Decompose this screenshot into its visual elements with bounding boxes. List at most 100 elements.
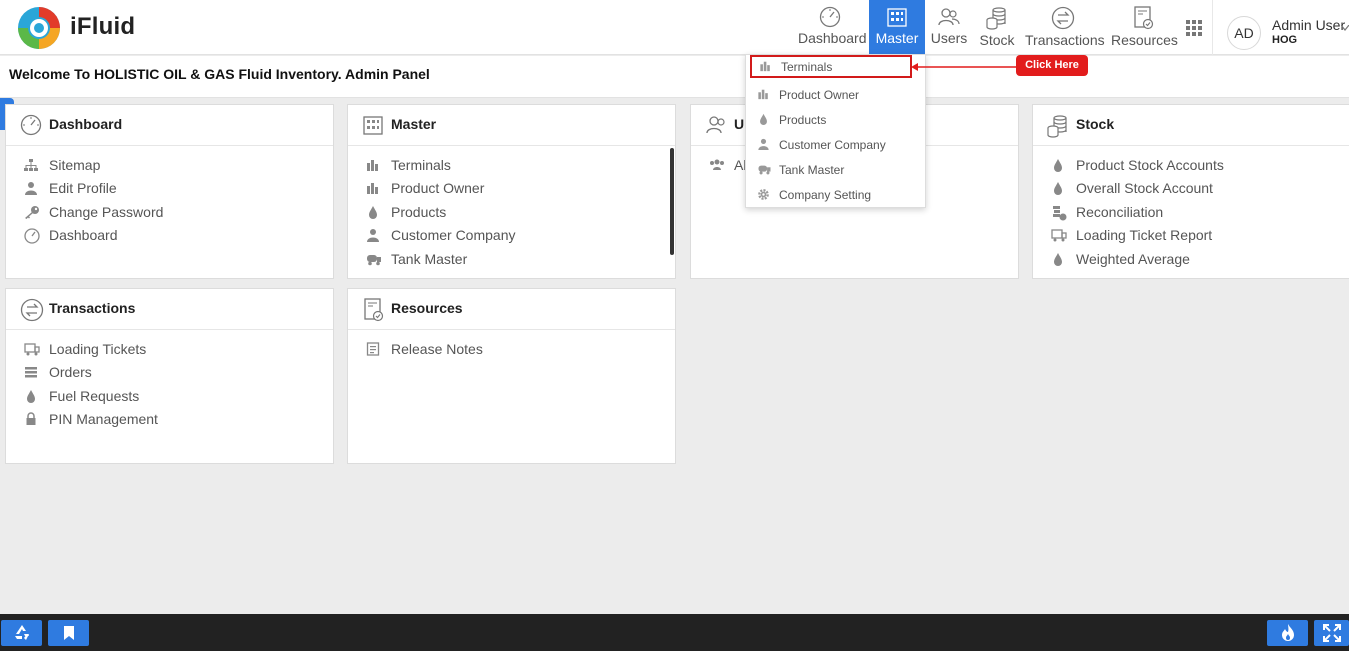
dropdown-item-customer-company[interactable]: Customer Company	[746, 133, 925, 156]
link-change-password[interactable]: Change Password	[6, 204, 333, 227]
nav-master[interactable]: Master	[869, 0, 925, 55]
exchange-icon	[1051, 6, 1075, 30]
card-header: Transactions	[6, 289, 333, 330]
link-label: Product Owner	[391, 180, 485, 197]
card-resources: Resources Release Notes	[347, 288, 676, 464]
link-product-stock-accounts[interactable]: Product Stock Accounts	[1033, 157, 1349, 180]
link-tank-master[interactable]: Tank Master	[348, 251, 675, 274]
app-logo[interactable]	[16, 5, 62, 51]
nav-resources[interactable]: Resources	[1111, 0, 1178, 55]
link-reconciliation[interactable]: Reconciliation	[1033, 204, 1349, 227]
nav-users[interactable]: Users	[929, 0, 969, 55]
dropdown-item-label: Products	[779, 113, 827, 127]
dropdown-item-company-setting[interactable]: Company Setting	[746, 183, 925, 206]
sitemap-icon	[24, 159, 38, 171]
drop-icon	[1054, 182, 1062, 196]
nav-transactions[interactable]: Transactions	[1025, 0, 1105, 55]
link-weighted-average[interactable]: Weighted Average	[1033, 251, 1349, 274]
link-edit-profile[interactable]: Edit Profile	[6, 180, 333, 203]
link-label: Terminals	[391, 157, 451, 173]
recycle-icon	[14, 625, 29, 640]
card-title: U	[734, 116, 745, 132]
users-icon	[710, 159, 724, 170]
link-terminals[interactable]: Terminals	[348, 157, 675, 180]
terminal-icon	[760, 61, 770, 72]
card-links: Terminals Product Owner Products Custome…	[348, 146, 675, 274]
bookmark-button[interactable]	[48, 620, 89, 646]
building-icon	[887, 8, 907, 27]
link-label: Orders	[49, 364, 92, 381]
link-overall-stock-account[interactable]: Overall Stock Account	[1033, 180, 1349, 203]
card-title: Transactions	[49, 300, 136, 316]
user-icon	[758, 138, 769, 150]
recycle-button[interactable]	[1, 620, 42, 646]
card-links: Product Stock Accounts Overall Stock Acc…	[1033, 146, 1349, 274]
key-icon	[25, 205, 39, 219]
link-products[interactable]: Products	[348, 204, 675, 227]
card-links: Release Notes	[348, 330, 675, 364]
link-dashboard[interactable]: Dashboard	[6, 227, 333, 250]
link-label: Edit Profile	[49, 180, 117, 197]
card-master: Master Terminals Product Owner Products …	[347, 104, 676, 279]
fire-button[interactable]	[1267, 620, 1308, 646]
dropdown-item-tank-master[interactable]: Tank Master	[746, 158, 925, 181]
app-name: iFluid	[70, 13, 136, 40]
users-icon	[938, 8, 960, 26]
card-links: Loading Tickets Orders Fuel Requests PIN…	[6, 330, 333, 435]
bookmark-icon	[63, 626, 74, 640]
fullscreen-button[interactable]	[1314, 620, 1349, 646]
drop-icon	[1054, 252, 1062, 266]
link-loading-tickets[interactable]: Loading Tickets	[6, 341, 333, 364]
link-product-owner[interactable]: Product Owner	[348, 180, 675, 203]
card-title: Stock	[1076, 116, 1115, 132]
nav-dashboard-label: Dashboard	[798, 30, 867, 46]
dropdown-item-product-owner[interactable]: Product Owner	[746, 83, 925, 106]
welcome-bar: Welcome To HOLISTIC OIL & GAS Fluid Inve…	[0, 56, 1349, 98]
card-title: Master	[391, 116, 437, 132]
card-header: Stock	[1033, 105, 1349, 146]
user-name[interactable]: Admin User	[1272, 17, 1345, 33]
link-label: Dashboard	[49, 227, 118, 244]
link-label: Reconciliation	[1076, 203, 1164, 220]
nav-dashboard[interactable]: Dashboard	[798, 0, 867, 55]
link-label: Customer Company	[391, 227, 516, 244]
dropdown-item-terminals[interactable]: Terminals	[750, 55, 912, 78]
callout-arrow	[911, 63, 1017, 71]
link-orders[interactable]: Orders	[6, 364, 333, 387]
list-icon	[25, 367, 37, 378]
user-icon	[367, 229, 379, 243]
dropdown-item-label: Product Owner	[779, 88, 860, 102]
avatar[interactable]: AD	[1227, 16, 1261, 50]
speedometer-icon	[20, 114, 42, 136]
nav-master-label: Master	[875, 30, 919, 46]
truck-icon	[24, 343, 40, 356]
click-here-callout: Click Here	[1016, 55, 1088, 76]
card-scrollbar[interactable]	[670, 148, 674, 255]
users-icon	[706, 116, 725, 134]
apps-grid-icon[interactable]	[1186, 20, 1202, 36]
tanker-icon	[367, 254, 381, 265]
link-sitemap[interactable]: Sitemap	[6, 157, 333, 180]
link-customer-company[interactable]: Customer Company	[348, 227, 675, 250]
flame-icon	[1281, 624, 1294, 641]
card-title: Dashboard	[49, 116, 123, 132]
speedometer-icon	[24, 228, 40, 244]
link-loading-ticket-report[interactable]: Loading Ticket Report	[1033, 227, 1349, 250]
dropdown-item-label: Tank Master	[779, 163, 845, 177]
nav-stock-label: Stock	[979, 32, 1015, 48]
nav-resources-label: Resources	[1111, 32, 1178, 48]
dropdown-item-products[interactable]: Products	[746, 108, 925, 131]
nav-stock[interactable]: Stock	[977, 0, 1017, 55]
building-icon	[367, 183, 378, 195]
link-pin-management[interactable]: PIN Management	[6, 411, 333, 434]
card-transactions: Transactions Loading Tickets Orders Fuel…	[5, 288, 334, 464]
top-navbar: iFluid Dashboard Master Users Stock Tran…	[0, 0, 1349, 55]
link-release-notes[interactable]: Release Notes	[348, 341, 675, 364]
chevron-down-icon[interactable]	[1341, 25, 1349, 31]
master-dropdown-menu: Terminals Product Owner Products Custome…	[745, 54, 926, 208]
nav-users-label: Users	[930, 30, 968, 46]
card-header: Master	[348, 105, 675, 146]
link-fuel-requests[interactable]: Fuel Requests	[6, 388, 333, 411]
dropdown-item-label: Customer Company	[779, 138, 886, 152]
terminal-icon	[367, 160, 378, 171]
